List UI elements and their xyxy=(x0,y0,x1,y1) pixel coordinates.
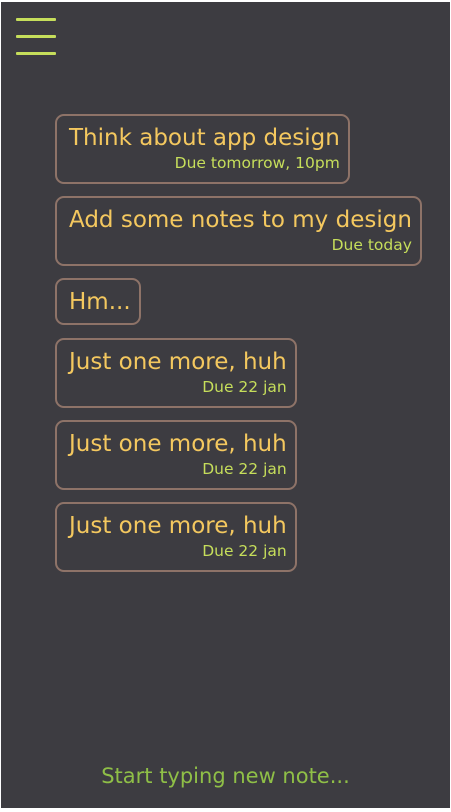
note-due-date: Due today xyxy=(331,236,412,254)
notes-list: Think about app design Due tomorrow, 10p… xyxy=(55,114,435,584)
note-card[interactable]: Hm... xyxy=(55,278,141,325)
note-title: Add some notes to my design xyxy=(69,207,412,233)
note-title: Hm... xyxy=(69,289,131,315)
note-title: Think about app design xyxy=(69,125,340,151)
note-title: Just one more, huh xyxy=(69,431,287,457)
note-due-date: Due tomorrow, 10pm xyxy=(174,154,340,172)
note-title: Just one more, huh xyxy=(69,349,287,375)
note-due-date: Due 22 jan xyxy=(202,460,287,478)
menu-line xyxy=(16,52,56,55)
hamburger-menu-icon[interactable] xyxy=(16,18,56,56)
new-note-input[interactable] xyxy=(1,761,450,791)
note-card[interactable]: Just one more, huh Due 22 jan xyxy=(55,502,297,572)
note-card[interactable]: Just one more, huh Due 22 jan xyxy=(55,338,297,408)
menu-line xyxy=(16,18,56,21)
note-card[interactable]: Add some notes to my design Due today xyxy=(55,196,422,266)
note-due-date: Due 22 jan xyxy=(202,378,287,396)
notes-app: Think about app design Due tomorrow, 10p… xyxy=(1,2,450,808)
menu-line xyxy=(16,35,56,38)
note-card[interactable]: Think about app design Due tomorrow, 10p… xyxy=(55,114,350,184)
note-due-date: Due 22 jan xyxy=(202,542,287,560)
note-title: Just one more, huh xyxy=(69,513,287,539)
note-card[interactable]: Just one more, huh Due 22 jan xyxy=(55,420,297,490)
